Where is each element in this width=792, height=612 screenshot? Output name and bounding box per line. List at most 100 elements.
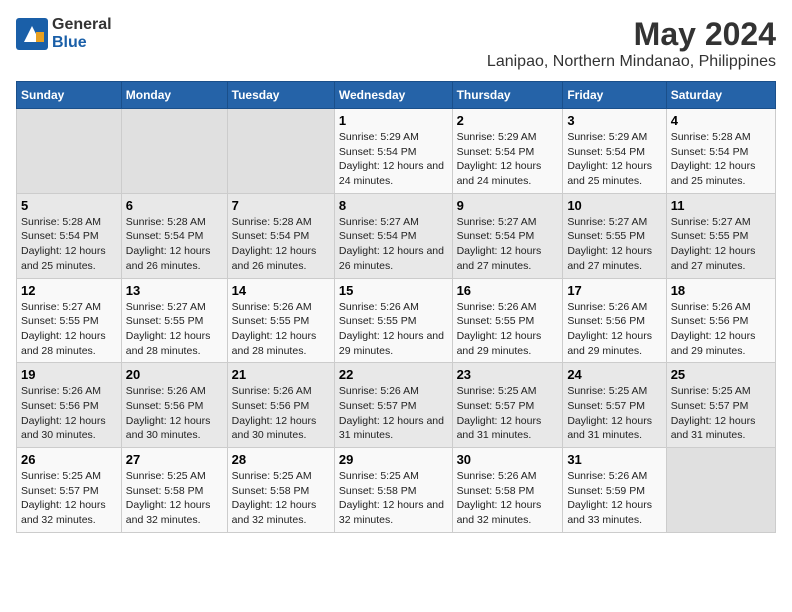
day-number: 3 [567,113,661,128]
logo-icon [16,18,48,50]
day-info: Sunrise: 5:27 AMSunset: 5:55 PMDaylight:… [21,300,117,359]
day-number: 25 [671,367,771,382]
calendar-cell: 31 Sunrise: 5:26 AMSunset: 5:59 PMDayligh… [563,448,666,533]
day-number: 16 [457,283,559,298]
day-number: 5 [21,198,117,213]
calendar-cell: 14Sunrise: 5:26 AMSunset: 5:55 PMDayligh… [227,278,334,363]
logo-general: General [52,16,112,33]
day-number: 29 [339,452,448,467]
day-info: Sunrise: 5:27 AMSunset: 5:55 PMDaylight:… [126,300,223,359]
day-number: 30 [457,452,559,467]
day-number: 13 [126,283,223,298]
day-number: 11 [671,198,771,213]
day-number: 26 [21,452,117,467]
calendar-cell: 1 Sunrise: 5:29 AMSunset: 5:54 PMDaylight… [334,109,452,194]
main-title: May 2024 [487,16,776,53]
calendar-cell: 26Sunrise: 5:25 AMSunset: 5:57 PMDayligh… [17,448,122,533]
day-info: Sunrise: 5:26 AMSunset: 5:59 PMDaylight:… [567,469,661,528]
calendar-cell: 30 Sunrise: 5:26 AMSunset: 5:58 PMDayligh… [452,448,563,533]
day-number: 7 [232,198,330,213]
day-info: Sunrise: 5:25 AMSunset: 5:58 PMDaylight:… [232,469,330,528]
logo-blue: Blue [52,34,87,51]
calendar-cell: 19Sunrise: 5:26 AMSunset: 5:56 PMDayligh… [17,363,122,448]
header: General Blue May 2024 Lanipao, Northern … [16,16,776,71]
day-number: 23 [457,367,559,382]
calendar-cell: 5Sunrise: 5:28 AMSunset: 5:54 PMDaylight… [17,193,122,278]
day-info: Sunrise: 5:27 AMSunset: 5:55 PMDaylight:… [671,215,771,274]
day-number: 10 [567,198,661,213]
weekday-header-sunday: Sunday [17,82,122,109]
calendar-cell: 23 Sunrise: 5:25 AMSunset: 5:57 PMDayligh… [452,363,563,448]
day-number: 21 [232,367,330,382]
weekday-header-tuesday: Tuesday [227,82,334,109]
calendar-cell: 20 Sunrise: 5:26 AMSunset: 5:56 PMDayligh… [121,363,227,448]
day-info: Sunrise: 5:27 AMSunset: 5:55 PMDaylight:… [567,215,661,274]
day-info: Sunrise: 5:26 AMSunset: 5:56 PMDaylight:… [126,384,223,443]
calendar-cell: 2Sunrise: 5:29 AMSunset: 5:54 PMDaylight… [452,109,563,194]
day-info: Sunrise: 5:26 AMSunset: 5:58 PMDaylight:… [457,469,559,528]
weekday-header-thursday: Thursday [452,82,563,109]
logo: General Blue [16,16,112,52]
calendar-cell: 11 Sunrise: 5:27 AMSunset: 5:55 PMDayligh… [666,193,775,278]
day-info: Sunrise: 5:28 AMSunset: 5:54 PMDaylight:… [232,215,330,274]
week-row-4: 19Sunrise: 5:26 AMSunset: 5:56 PMDayligh… [17,363,776,448]
day-info: Sunrise: 5:26 AMSunset: 5:55 PMDaylight:… [457,300,559,359]
day-info: Sunrise: 5:25 AMSunset: 5:57 PMDaylight:… [567,384,661,443]
day-number: 22 [339,367,448,382]
day-number: 12 [21,283,117,298]
day-info: Sunrise: 5:27 AMSunset: 5:54 PMDaylight:… [457,215,559,274]
day-number: 27 [126,452,223,467]
calendar-cell [666,448,775,533]
calendar-cell: 10 Sunrise: 5:27 AMSunset: 5:55 PMDayligh… [563,193,666,278]
calendar-cell: 9 Sunrise: 5:27 AMSunset: 5:54 PMDaylight… [452,193,563,278]
day-info: Sunrise: 5:25 AMSunset: 5:58 PMDaylight:… [126,469,223,528]
week-row-1: 1 Sunrise: 5:29 AMSunset: 5:54 PMDaylight… [17,109,776,194]
day-number: 20 [126,367,223,382]
calendar-cell: 28 Sunrise: 5:25 AMSunset: 5:58 PMDayligh… [227,448,334,533]
day-number: 15 [339,283,448,298]
day-number: 18 [671,283,771,298]
week-row-2: 5 Sunrise: 5:28 AMSunset: 5:54 PMDaylight… [17,193,776,278]
day-info: Sunrise: 5:25 AMSunset: 5:57 PMDaylight:… [671,384,771,443]
day-info: Sunrise: 5:28 AMSunset: 5:54 PMDaylight:… [126,215,223,274]
day-number: 8 [339,198,448,213]
day-number: 2 [457,113,559,128]
calendar-cell: 7 Sunrise: 5:28 AMSunset: 5:54 PMDaylight… [227,193,334,278]
day-number: 1 [339,113,448,128]
calendar-cell [227,109,334,194]
calendar-cell: 25 Sunrise: 5:25 AMSunset: 5:57 PMDayligh… [666,363,775,448]
calendar-cell: 15 Sunrise: 5:26 AMSunset: 5:55 PMDayligh… [334,278,452,363]
day-info: Sunrise: 5:26 AMSunset: 5:56 PMDaylight:… [567,300,661,359]
calendar-cell: 18Sunrise: 5:26 AMSunset: 5:56 PMDayligh… [666,278,775,363]
weekday-header-monday: Monday [121,82,227,109]
day-number: 4 [671,113,771,128]
weekday-header-wednesday: Wednesday [334,82,452,109]
day-number: 24 [567,367,661,382]
day-info: Sunrise: 5:29 AMSunset: 5:54 PMDaylight:… [567,130,661,189]
day-info: Sunrise: 5:26 AMSunset: 5:55 PMDaylight:… [232,300,330,359]
calendar-cell: 17 Sunrise: 5:26 AMSunset: 5:56 PMDayligh… [563,278,666,363]
calendar-cell: 27 Sunrise: 5:25 AMSunset: 5:58 PMDayligh… [121,448,227,533]
day-info: Sunrise: 5:26 AMSunset: 5:55 PMDaylight:… [339,300,448,359]
calendar-cell: 12 Sunrise: 5:27 AMSunset: 5:55 PMDayligh… [17,278,122,363]
calendar-cell: 6 Sunrise: 5:28 AMSunset: 5:54 PMDaylight… [121,193,227,278]
calendar-cell: 13 Sunrise: 5:27 AMSunset: 5:55 PMDayligh… [121,278,227,363]
week-row-5: 26Sunrise: 5:25 AMSunset: 5:57 PMDayligh… [17,448,776,533]
day-number: 28 [232,452,330,467]
day-number: 9 [457,198,559,213]
day-info: Sunrise: 5:25 AMSunset: 5:57 PMDaylight:… [457,384,559,443]
day-info: Sunrise: 5:29 AMSunset: 5:54 PMDaylight:… [339,130,448,189]
calendar-cell: 22Sunrise: 5:26 AMSunset: 5:57 PMDayligh… [334,363,452,448]
calendar-cell: 8 Sunrise: 5:27 AMSunset: 5:54 PMDaylight… [334,193,452,278]
calendar-table: SundayMondayTuesdayWednesdayThursdayFrid… [16,81,776,533]
weekday-header-saturday: Saturday [666,82,775,109]
day-info: Sunrise: 5:27 AMSunset: 5:54 PMDaylight:… [339,215,448,274]
day-number: 6 [126,198,223,213]
calendar-cell: 29Sunrise: 5:25 AMSunset: 5:58 PMDayligh… [334,448,452,533]
day-number: 17 [567,283,661,298]
day-info: Sunrise: 5:26 AMSunset: 5:56 PMDaylight:… [232,384,330,443]
day-info: Sunrise: 5:28 AMSunset: 5:54 PMDaylight:… [671,130,771,189]
weekday-header-friday: Friday [563,82,666,109]
calendar-cell [121,109,227,194]
day-number: 31 [567,452,661,467]
